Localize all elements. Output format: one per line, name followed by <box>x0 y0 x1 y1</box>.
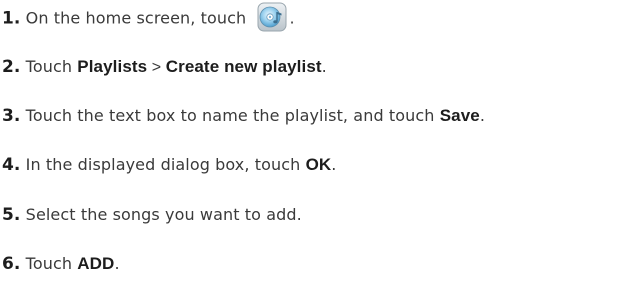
step-3: 3. Touch the text box to name the playli… <box>2 104 485 128</box>
ok-label: OK <box>305 155 332 174</box>
step-text-end: . <box>331 155 337 174</box>
step-number: 2. <box>2 57 21 77</box>
step-text: Touch <box>20 254 78 273</box>
step-text: In the displayed dialog box, touch <box>20 155 306 174</box>
step-text: Select the songs you want to add. <box>20 205 302 224</box>
step-text-end: . <box>321 57 327 76</box>
step-number: 4. <box>2 155 21 175</box>
step-text-end: . <box>479 106 486 125</box>
step-number: 1. <box>2 8 21 29</box>
step-1: 1. On the home screen, touch . <box>2 2 295 32</box>
step-2: 2. Touch Playlists > Create new playlist… <box>2 55 327 79</box>
step-5: 5. Select the songs you want to add. <box>2 203 302 227</box>
music-player-icon <box>257 2 287 32</box>
create-new-playlist-label: Create new playlist <box>165 57 322 76</box>
add-label: ADD <box>77 254 115 273</box>
step-number: 3. <box>2 106 21 126</box>
step-text: Touch <box>20 57 78 76</box>
step-text: On the home screen, touch <box>20 8 247 28</box>
playlists-label: Playlists <box>77 57 148 76</box>
step-6: 6. Touch ADD. <box>2 252 120 276</box>
step-number: 6. <box>2 254 21 274</box>
step-text-end: . <box>289 8 295 28</box>
save-label: Save <box>439 106 480 125</box>
step-text-end: . <box>114 254 120 273</box>
step-text: Touch the text box to name the playlist,… <box>20 106 440 125</box>
path-separator: > <box>147 59 166 76</box>
step-4: 4. In the displayed dialog box, touch OK… <box>2 153 336 177</box>
step-number: 5. <box>2 205 21 225</box>
